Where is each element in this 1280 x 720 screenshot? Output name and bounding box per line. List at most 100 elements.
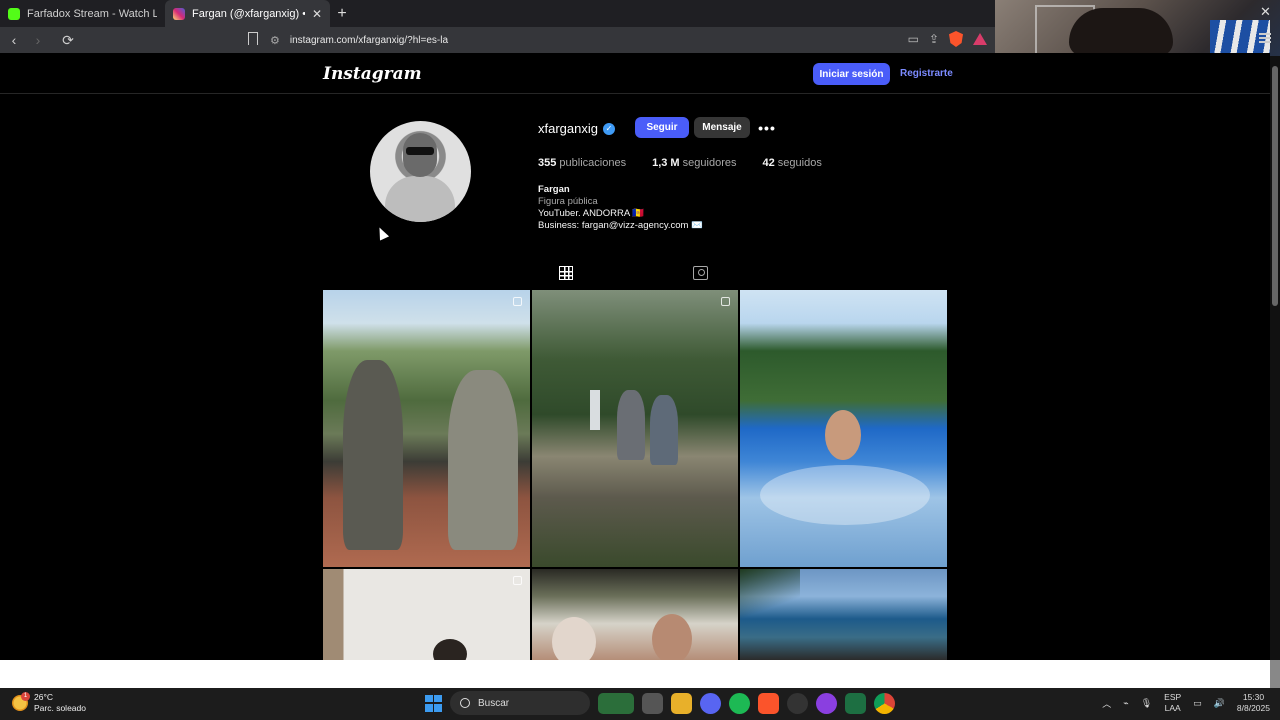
language-indicator[interactable]: ESP LAA [1164, 692, 1181, 714]
windows-taskbar: 1 26°C Parc. soleado Buscar ︿ ⌁ 🎙 ESP LA… [0, 688, 1280, 720]
toolbar-actions: ▭ ⇪ [908, 31, 987, 47]
person-head [652, 614, 692, 660]
taskbar-search[interactable]: Buscar [450, 691, 590, 715]
grid-icon[interactable] [559, 266, 573, 280]
more-options-icon[interactable]: ••• [758, 117, 775, 138]
verified-badge-icon: ✓ [602, 122, 615, 135]
person-head [552, 617, 596, 660]
search-icon [460, 698, 470, 708]
microphone-icon[interactable]: 🎙 [1141, 698, 1152, 709]
streamer-hair [1069, 8, 1173, 56]
weather-widget[interactable]: 1 26°C Parc. soleado [12, 692, 86, 714]
chevron-up-icon[interactable]: ︿ [1102, 697, 1111, 710]
notification-badge: 1 [21, 692, 30, 701]
brave-browser-icon[interactable] [758, 692, 779, 714]
instagram-logo[interactable]: Instagram [323, 64, 422, 84]
chrome-icon[interactable] [874, 692, 895, 714]
discord-icon[interactable] [700, 692, 721, 714]
tagged-icon[interactable] [693, 266, 708, 280]
bio-line: YouTuber. ANDORRA 🇦🇩 [538, 208, 645, 219]
person-figure [825, 410, 861, 460]
carousel-icon [721, 297, 730, 306]
waterfall [590, 390, 600, 430]
page-scrollbar[interactable] [1270, 56, 1280, 660]
bio-business-line: Business: fargan@vizz-agency.com ✉️ [538, 220, 703, 231]
share-icon[interactable]: ⇪ [929, 32, 939, 46]
reload-icon[interactable]: ⟳ [58, 30, 78, 50]
scrollbar-thumb[interactable] [1272, 66, 1278, 306]
post-thumbnail[interactable] [532, 569, 738, 660]
page-bottom-banner [0, 660, 1270, 688]
posts-stat: 355 publicaciones [538, 157, 627, 169]
display-icon[interactable]: ▭ [1193, 698, 1202, 709]
tab-title: Farfadox Stream - Watch Live on Kick [27, 7, 157, 20]
weather-text: 26°C Parc. soleado [34, 692, 86, 713]
water-splash [760, 465, 930, 525]
person-figure [448, 370, 518, 550]
brave-rewards-icon[interactable] [973, 33, 987, 45]
profile-category: Figura pública [538, 196, 598, 207]
volume-icon[interactable]: 🔊 [1214, 698, 1225, 709]
bookmark-icon[interactable] [248, 32, 258, 45]
obs-icon[interactable] [787, 692, 808, 714]
instagram-favicon-icon [173, 7, 185, 20]
person-figure [650, 395, 678, 465]
browser-tab-bar: Farfadox Stream - Watch Live on Kick Far… [0, 0, 995, 27]
post-thumbnail[interactable] [532, 290, 738, 567]
kick-favicon-icon [8, 7, 20, 20]
menu-icon[interactable] [1259, 33, 1271, 43]
followers-stat[interactable]: 1,3 M seguidores [652, 157, 736, 169]
post-thumbnail[interactable] [740, 290, 947, 567]
avatar-sunglasses [406, 147, 434, 155]
instagram-page: Instagram Iniciar sesión Registrarte xfa… [0, 53, 1270, 660]
tab-kick[interactable]: Farfadox Stream - Watch Live on Kick [0, 0, 165, 27]
url-text: instagram.com/xfarganxig/?hl=es-la [289, 34, 449, 46]
person-figure [343, 360, 403, 550]
back-arrow-icon[interactable]: ‹ [4, 30, 24, 50]
site-info-icon[interactable]: ⚙ [270, 34, 280, 47]
clock[interactable]: 15:30 8/8/2025 [1237, 692, 1270, 714]
spotify-icon[interactable] [729, 692, 750, 714]
excel-icon[interactable] [845, 692, 866, 714]
username-text: xfarganxig [538, 121, 598, 136]
avatar-body [385, 176, 455, 222]
following-stat[interactable]: 42 seguidos [762, 157, 821, 169]
profile-avatar[interactable] [370, 121, 471, 222]
cast-icon[interactable]: ▭ [908, 32, 919, 46]
address-bar[interactable]: ⚙ instagram.com/xfarganxig/?hl=es-la [270, 30, 900, 50]
widgets-icon[interactable] [598, 692, 634, 714]
register-link[interactable]: Registrarte [900, 68, 953, 79]
person-figure [617, 390, 645, 460]
taskbar-apps: Buscar [425, 691, 895, 715]
tab-title: Fargan (@xfarganxig) • Fotos y v [192, 7, 305, 20]
palm-tree [740, 569, 800, 619]
app-icon[interactable] [816, 692, 837, 714]
instagram-header: Instagram Iniciar sesión Registrarte [0, 53, 1270, 94]
carousel-icon [513, 576, 522, 585]
scrollbar-corner [1270, 660, 1280, 688]
close-tab-icon[interactable]: ✕ [312, 7, 322, 21]
task-view-icon[interactable] [642, 692, 663, 714]
profile-tabs [323, 257, 947, 291]
forward-arrow-icon[interactable]: › [28, 30, 48, 50]
sun-icon: 1 [12, 692, 30, 711]
profile-bio: Fargan Figura pública YouTuber. ANDORRA … [538, 184, 703, 232]
browser-toolbar: ‹ › ⟳ ⚙ instagram.com/xfarganxig/?hl=es-… [0, 27, 995, 53]
screen: Farfadox Stream - Watch Live on Kick Far… [0, 0, 1280, 720]
brave-shields-icon[interactable] [949, 31, 963, 47]
system-tray: ︿ ⌁ 🎙 ESP LAA ▭ 🔊 15:30 8/8/2025 [1102, 692, 1270, 714]
post-thumbnail[interactable] [740, 569, 947, 660]
message-button[interactable]: Mensaje [694, 117, 750, 138]
profile-name: Fargan [538, 184, 570, 195]
file-explorer-icon[interactable] [671, 692, 692, 714]
post-thumbnail[interactable] [323, 569, 530, 660]
network-icon[interactable]: ⌁ [1123, 698, 1128, 709]
profile-stats: 355 publicaciones 1,3 M seguidores 42 se… [538, 157, 822, 169]
window-close-icon[interactable]: ✕ [1260, 4, 1271, 20]
login-button[interactable]: Iniciar sesión [813, 63, 890, 85]
post-thumbnail[interactable] [323, 290, 530, 567]
new-tab-button[interactable]: + [330, 0, 354, 27]
follow-button[interactable]: Seguir [635, 117, 689, 138]
tab-instagram[interactable]: Fargan (@xfarganxig) • Fotos y v ✕ [165, 0, 330, 27]
windows-start-icon[interactable] [425, 694, 442, 712]
